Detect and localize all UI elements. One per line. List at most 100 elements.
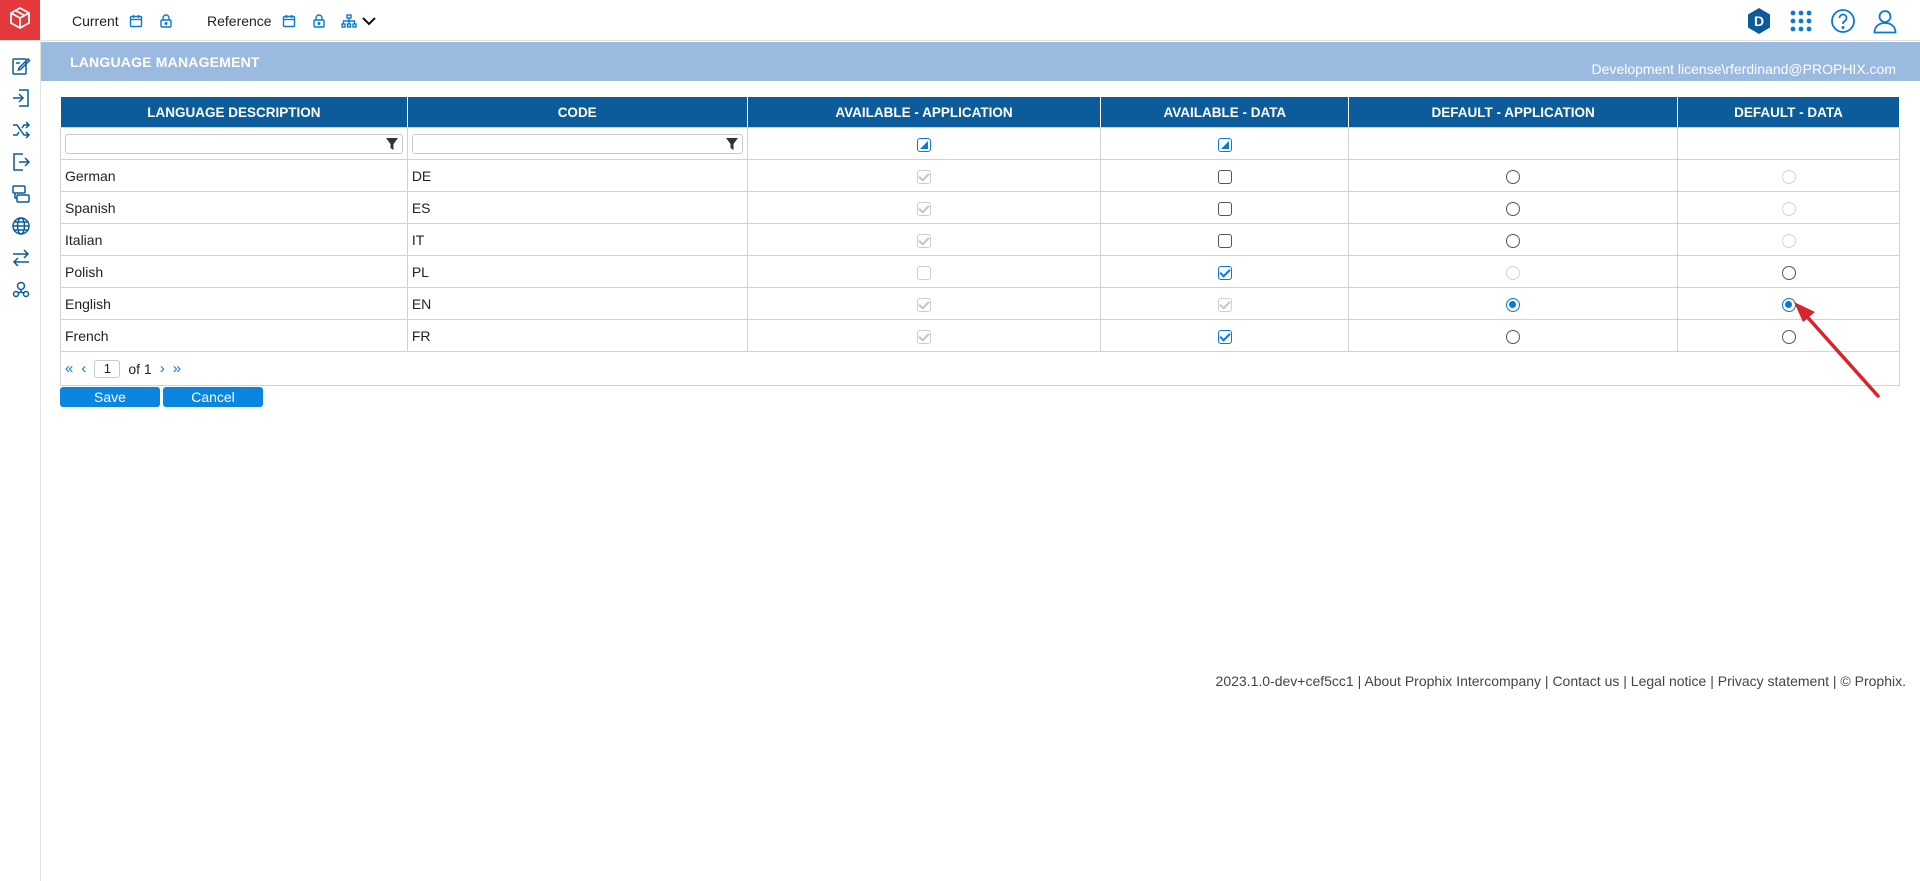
available-application-cell [746,159,1102,192]
nav-edit-icon[interactable] [0,50,41,82]
column-header-default-application[interactable]: DEFAULT - APPLICATION [1348,96,1679,128]
default-application-radio[interactable] [1506,297,1521,312]
cancel-button[interactable]: Cancel [163,387,263,407]
default-application-radio [1506,265,1521,280]
available-application-cell [746,319,1102,352]
default-application-radio[interactable] [1506,329,1521,344]
column-header-available-application[interactable]: AVAILABLE - APPLICATION [746,96,1102,128]
legal-link[interactable]: Legal notice [1631,673,1707,689]
privacy-link[interactable]: Privacy statement [1718,673,1829,689]
last-page-icon[interactable]: » [173,360,181,377]
page-number-input[interactable]: 1 [94,359,121,378]
default-data-radio [1781,201,1796,216]
filter-cell-code [406,127,748,160]
code-filter-input[interactable] [411,133,743,154]
nav-globe-icon[interactable] [0,210,41,242]
top-bar: Current Reference D [0,0,1920,41]
user-profile-icon[interactable] [1870,6,1900,36]
help-icon[interactable] [1828,6,1858,36]
filter-icon[interactable] [385,137,399,151]
default-application-cell [1348,159,1679,192]
language-description-cell: English [60,287,408,320]
default-application-cell [1348,255,1679,288]
language-description-cell: French [60,319,408,352]
default-data-radio[interactable] [1781,329,1796,344]
left-nav-rail [0,41,41,881]
nav-shuffle-icon[interactable] [0,114,41,146]
language-code-cell: IT [406,223,748,256]
default-data-radio[interactable] [1781,265,1796,280]
reference-lock-icon[interactable] [310,12,328,30]
app-logo[interactable] [0,0,40,40]
available-data-cell [1100,255,1350,288]
available-data-cell [1100,319,1350,352]
filter-cell-default-data [1677,127,1900,160]
chevron-down-icon[interactable] [360,12,378,30]
language-code-cell: DE [406,159,748,192]
nav-export-icon[interactable] [0,146,41,178]
contact-link[interactable]: Contact us [1552,673,1619,689]
top-right-actions: D [1744,6,1900,36]
about-link[interactable]: About Prophix Intercompany [1364,673,1541,689]
current-lock-icon[interactable] [157,12,175,30]
available-data-checkbox[interactable] [1217,233,1232,248]
next-page-icon[interactable]: › [160,360,165,377]
current-label: Current [72,13,119,29]
apps-grid-icon[interactable] [1786,6,1816,36]
available-data-checkbox[interactable] [1217,265,1232,280]
hierarchy-icon[interactable] [340,12,358,30]
column-header-default-data[interactable]: DEFAULT - DATA [1677,96,1900,128]
nav-transfer-icon[interactable] [0,242,41,274]
page-title: LANGUAGE MANAGEMENT [70,54,260,70]
language-code-cell: EN [406,287,748,320]
column-header-available-data[interactable]: AVAILABLE - DATA [1100,96,1350,128]
default-data-radio [1781,169,1796,184]
first-page-icon[interactable]: « [65,360,73,377]
default-data-cell [1677,319,1900,352]
filter-cell-available-application [746,127,1102,160]
available-data-checkbox[interactable] [1217,201,1232,216]
default-application-cell [1348,191,1679,224]
language-description-cell: Polish [60,255,408,288]
user-badge[interactable]: D [1744,6,1774,36]
available-data-filter-checkbox[interactable] [1217,137,1232,152]
default-application-cell [1348,223,1679,256]
previous-page-icon[interactable]: ‹ [81,360,86,377]
current-calendar-icon[interactable] [127,12,145,30]
available-application-checkbox [916,169,931,184]
reference-calendar-icon[interactable] [280,12,298,30]
reference-context: Reference [207,12,390,30]
language-code-cell: PL [406,255,748,288]
available-application-checkbox [916,233,931,248]
available-data-cell [1100,159,1350,192]
default-application-radio[interactable] [1506,233,1521,248]
default-data-cell [1677,287,1900,320]
default-application-radio[interactable] [1506,169,1521,184]
filter-row [60,127,1900,160]
available-data-cell [1100,287,1350,320]
available-data-checkbox[interactable] [1217,329,1232,344]
nav-layers-icon[interactable] [0,178,41,210]
footer-separator: | [1706,673,1718,689]
description-filter-input[interactable] [65,133,403,154]
column-header-language-description[interactable]: LANGUAGE DESCRIPTION [60,96,408,128]
current-context: Current [72,12,187,30]
footer: 2023.1.0-dev+cef5cc1 | About Prophix Int… [1216,673,1906,689]
default-application-radio[interactable] [1506,201,1521,216]
table-row: German DE [60,159,1900,192]
default-data-cell [1677,159,1900,192]
available-data-checkbox[interactable] [1217,169,1232,184]
available-application-cell [746,191,1102,224]
available-application-filter-checkbox[interactable] [916,137,931,152]
default-data-radio[interactable] [1781,297,1796,312]
nav-import-icon[interactable] [0,82,41,114]
version-label: 2023.1.0-dev+cef5cc1 [1215,673,1354,689]
filter-cell-default-application [1348,127,1679,160]
table-row: Italian IT [60,223,1900,256]
filter-icon[interactable] [725,137,739,151]
column-header-code[interactable]: CODE [406,96,748,128]
nav-users-icon[interactable] [0,274,41,306]
save-button[interactable]: Save [60,387,160,407]
pager: « ‹ 1 of 1 › » [65,359,1895,378]
table-row: English EN [60,287,1900,320]
